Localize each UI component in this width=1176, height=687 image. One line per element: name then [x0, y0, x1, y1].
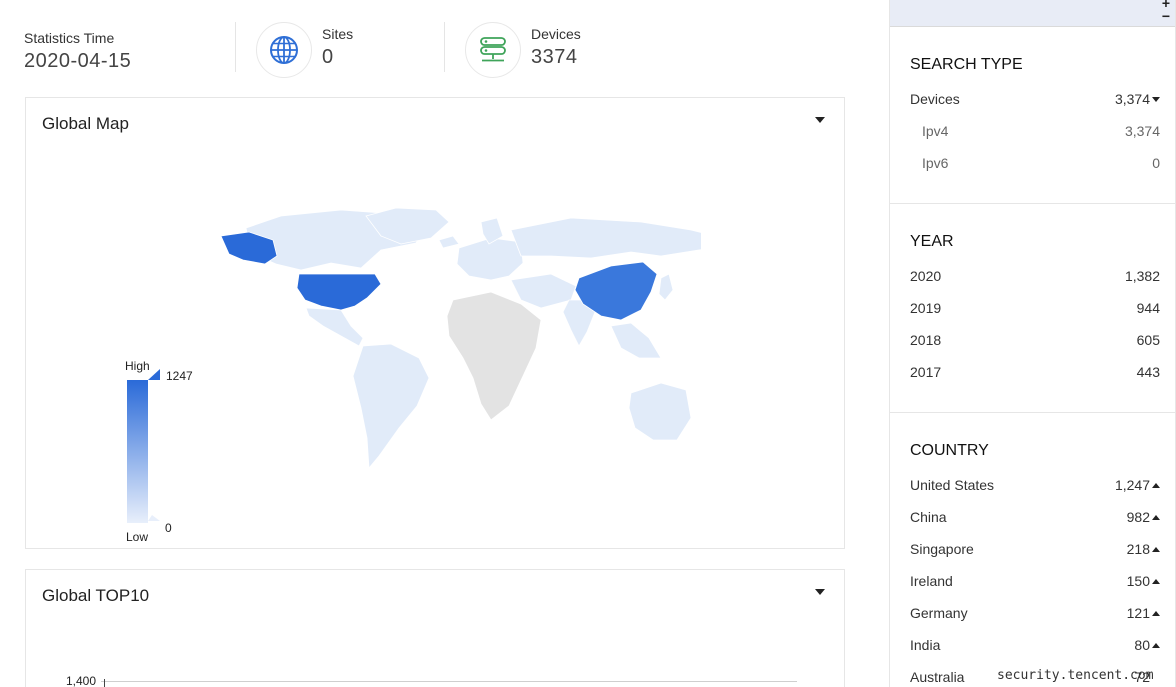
facet-count: 605 — [1136, 332, 1160, 348]
map-region — [446, 291, 542, 421]
facet-label: 2019 — [910, 300, 942, 316]
map-region — [305, 307, 364, 347]
facet-row-year[interactable]: 2018 605 — [910, 332, 1160, 352]
caret-up-icon[interactable] — [1152, 483, 1160, 488]
facet-count: 443 — [1136, 364, 1160, 380]
devices-value: 3374 — [531, 45, 578, 68]
caret-up-icon[interactable] — [1152, 611, 1160, 616]
facet-row-ipv6[interactable]: Ipv6 0 — [910, 155, 1160, 175]
facet-divider — [890, 412, 1175, 413]
search-type-title: SEARCH TYPE — [910, 56, 1023, 73]
facet-row-year[interactable]: 2017 443 — [910, 364, 1160, 384]
facet-sidebar: + − SEARCH TYPE Devices 3,374 Ipv4 3,374… — [889, 0, 1176, 687]
facet-row-year[interactable]: 2019 944 — [910, 300, 1160, 320]
zoom-out-button[interactable]: − — [1159, 9, 1173, 23]
facet-row-country[interactable]: Singapore 218 — [910, 541, 1160, 561]
caret-up-icon[interactable] — [1152, 579, 1160, 584]
facet-row-country[interactable]: China 982 — [910, 509, 1160, 529]
facet-count: 0 — [1152, 155, 1160, 171]
map-region — [352, 343, 430, 470]
collapse-toggle-icon[interactable] — [814, 115, 826, 125]
facet-count: 1,247 — [1114, 477, 1150, 493]
globe-icon — [256, 22, 312, 78]
sites-stat: Sites 0 — [256, 22, 353, 78]
country-title: COUNTRY — [910, 442, 989, 459]
facet-label: Singapore — [910, 541, 974, 557]
y-axis — [104, 679, 105, 687]
legend-gradient-bar[interactable] — [126, 369, 162, 525]
map-region — [456, 237, 524, 281]
facet-label: Ipv6 — [922, 155, 949, 171]
legend-max-value: 1247 — [166, 369, 193, 383]
facet-row-country[interactable]: Germany 121 — [910, 605, 1160, 625]
facet-count: 3,374 — [1114, 91, 1150, 107]
facet-label: Germany — [910, 605, 968, 621]
global-top10-title: Global TOP10 — [42, 586, 150, 605]
facet-label: 2017 — [910, 364, 942, 380]
collapse-toggle-icon[interactable] — [814, 587, 826, 597]
global-top10-panel: Global TOP10 1,400 — [25, 569, 845, 687]
facet-label: United States — [910, 477, 995, 493]
watermark: security.tencent.com — [997, 668, 1154, 683]
facet-count: 80 — [1134, 637, 1150, 653]
server-icon — [465, 22, 521, 78]
y-tick-label: 1,400 — [66, 674, 97, 687]
sites-label: Sites — [322, 25, 354, 42]
caret-up-icon[interactable] — [1152, 515, 1160, 520]
legend-min-value: 0 — [165, 521, 172, 535]
caret-up-icon[interactable] — [1152, 643, 1160, 648]
caret-down-icon[interactable] — [1152, 97, 1160, 102]
global-map-panel: Global Map High Low 1247 0 — [25, 97, 845, 549]
facet-divider — [890, 203, 1175, 204]
devices-stat: Devices 3374 — [465, 22, 581, 78]
facet-count: 218 — [1126, 541, 1150, 557]
statistics-time-value: 2020-04-15 — [24, 50, 132, 72]
gridline — [101, 681, 797, 682]
global-map-title: Global Map — [42, 114, 129, 133]
stat-divider — [444, 22, 445, 72]
statistics-time-label: Statistics Time — [24, 30, 115, 46]
facet-label: Ipv4 — [922, 123, 949, 139]
legend-max-handle-icon — [148, 369, 160, 380]
facet-label: Ireland — [910, 573, 953, 589]
facet-row-devices[interactable]: Devices 3,374 — [910, 91, 1160, 111]
facet-count: 1,382 — [1124, 268, 1160, 284]
facet-row-year[interactable]: 2020 1,382 — [910, 268, 1160, 288]
map-region — [510, 273, 577, 309]
caret-up-icon[interactable] — [1152, 547, 1160, 552]
mini-map[interactable]: + − — [890, 0, 1175, 27]
facet-row-country[interactable]: Ireland 150 — [910, 573, 1160, 593]
facet-label: 2020 — [910, 268, 942, 284]
facet-row-country[interactable]: India 80 — [910, 637, 1160, 657]
map-region — [510, 217, 701, 259]
facet-label: India — [910, 637, 941, 653]
facet-label: Australia — [910, 669, 965, 685]
facet-count: 982 — [1126, 509, 1150, 525]
devices-label: Devices — [531, 25, 581, 42]
facet-row-country[interactable]: United States 1,247 — [910, 477, 1160, 497]
map-region — [628, 382, 692, 441]
sites-value: 0 — [322, 45, 334, 68]
facet-row-ipv4[interactable]: Ipv4 3,374 — [910, 123, 1160, 143]
facet-count: 944 — [1136, 300, 1160, 316]
facet-label: China — [910, 509, 947, 525]
facet-count: 121 — [1126, 605, 1150, 621]
facet-label: 2018 — [910, 332, 942, 348]
facet-label: Devices — [910, 91, 960, 107]
map-region — [438, 235, 460, 249]
map-region — [610, 322, 662, 359]
facet-count: 150 — [1126, 573, 1150, 589]
year-title: YEAR — [910, 233, 954, 250]
stat-divider — [235, 22, 236, 72]
map-region-united-states — [296, 273, 382, 311]
map-region — [658, 273, 674, 301]
world-map[interactable] — [191, 208, 701, 473]
statistics-time: Statistics Time 2020-04-15 — [24, 30, 131, 73]
legend-low-label: Low — [126, 530, 149, 544]
legend-min-handle-icon — [148, 515, 160, 521]
facet-count: 3,374 — [1124, 123, 1160, 139]
